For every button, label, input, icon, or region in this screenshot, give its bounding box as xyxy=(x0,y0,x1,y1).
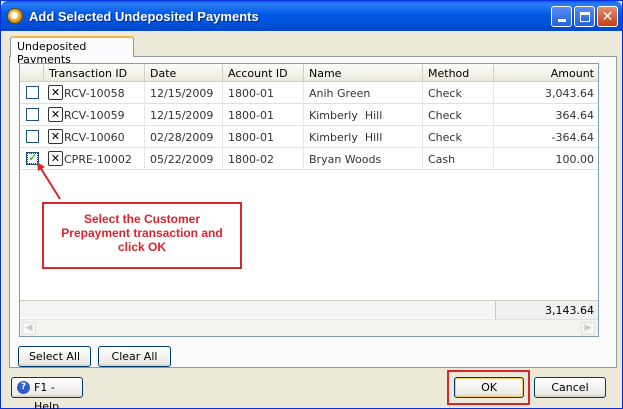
cell-date: 02/28/2009 xyxy=(145,126,223,148)
select-all-button[interactable]: Select All xyxy=(18,346,91,367)
scroll-right-icon[interactable]: ▶ xyxy=(581,322,595,335)
dialog-window: Add Selected Undeposited Payments ✕ Unde… xyxy=(0,0,623,409)
cell-account-id: 1800-02 xyxy=(223,148,304,170)
tab-undeposited-payments[interactable]: Undeposited Payments xyxy=(10,36,134,66)
minimize-button[interactable] xyxy=(551,6,572,27)
horizontal-scrollbar[interactable]: ◀ ▶ xyxy=(20,319,598,336)
annotation-arrow xyxy=(37,162,61,200)
header-select[interactable] xyxy=(20,64,44,82)
cell-method: Cash xyxy=(423,148,494,170)
cell-date: 12/15/2009 xyxy=(145,82,223,104)
header-date[interactable]: Date xyxy=(145,64,223,82)
cell-amount: 100.00 xyxy=(555,153,595,166)
cell-method: Check xyxy=(423,104,494,126)
cell-transaction-id: RCV-10060 xyxy=(60,126,145,148)
title-bar[interactable]: Add Selected Undeposited Payments ✕ xyxy=(1,1,622,31)
annotation-callout: Select the Customer Prepayment transacti… xyxy=(42,202,242,269)
table-row[interactable]: ✕ RCV-10059 12/15/2009 1800-01 Kimberly … xyxy=(20,104,598,126)
cell-amount: 364.64 xyxy=(555,109,595,122)
total-row: 3,143.64 xyxy=(20,300,598,319)
header-amount[interactable]: Amount xyxy=(494,64,598,82)
ok-button[interactable]: OK xyxy=(454,377,524,398)
help-button[interactable]: ? F1 - Help xyxy=(11,377,83,409)
cell-transaction-id: RCV-10058 xyxy=(60,82,145,104)
cell-name: Bryan Woods xyxy=(304,148,423,170)
cell-transaction-id: RCV-10059 xyxy=(60,104,145,126)
window-title: Add Selected Undeposited Payments xyxy=(29,9,259,24)
header-transaction-id[interactable]: Transaction ID xyxy=(44,64,145,82)
cell-method: Check xyxy=(423,82,494,104)
table-row[interactable]: ✕ RCV-10060 02/28/2009 1800-01 Kimberly … xyxy=(20,126,598,148)
cell-account-id: 1800-01 xyxy=(223,82,304,104)
header-account-id[interactable]: Account ID xyxy=(223,64,304,82)
cell-transaction-id: CPRE-10002 xyxy=(60,148,145,170)
total-amount: 3,143.64 xyxy=(495,301,598,319)
close-button[interactable]: ✕ xyxy=(597,6,618,27)
cell-account-id: 1800-01 xyxy=(223,104,304,126)
cell-account-id: 1800-01 xyxy=(223,126,304,148)
header-name[interactable]: Name xyxy=(304,64,423,82)
close-icon: ✕ xyxy=(601,8,614,25)
clear-all-button[interactable]: Clear All xyxy=(98,346,171,367)
cell-name: Anih Green xyxy=(304,82,423,104)
table-row[interactable]: ✓ ✕ CPRE-10002 05/22/2009 1800-02 Bryan … xyxy=(20,148,598,170)
row-checkbox[interactable] xyxy=(26,130,39,143)
cell-method: Check xyxy=(423,126,494,148)
table-row[interactable]: ✕ RCV-10058 12/15/2009 1800-01 Anih Gree… xyxy=(20,82,598,104)
header-method[interactable]: Method xyxy=(423,64,494,82)
payments-grid: Transaction ID Date Account ID Name Meth… xyxy=(19,63,599,337)
cancel-button[interactable]: Cancel xyxy=(534,377,606,398)
cell-date: 12/15/2009 xyxy=(145,104,223,126)
row-checkbox[interactable] xyxy=(26,108,39,121)
cell-name: Kimberly Hill xyxy=(304,104,423,126)
minimize-icon xyxy=(557,19,566,22)
help-icon: ? xyxy=(17,381,30,394)
cell-date: 05/22/2009 xyxy=(145,148,223,170)
maximize-icon xyxy=(579,11,590,22)
cell-name: Kimberly Hill xyxy=(304,126,423,148)
row-checkbox[interactable] xyxy=(26,86,39,99)
grid-header: Transaction ID Date Account ID Name Meth… xyxy=(20,64,598,82)
cell-amount: -364.64 xyxy=(551,131,594,144)
help-button-label: F1 - Help xyxy=(34,381,60,409)
scroll-left-icon[interactable]: ◀ xyxy=(22,322,36,335)
app-icon xyxy=(7,8,23,24)
maximize-button[interactable] xyxy=(574,6,595,27)
cell-amount: 3,043.64 xyxy=(545,87,594,100)
